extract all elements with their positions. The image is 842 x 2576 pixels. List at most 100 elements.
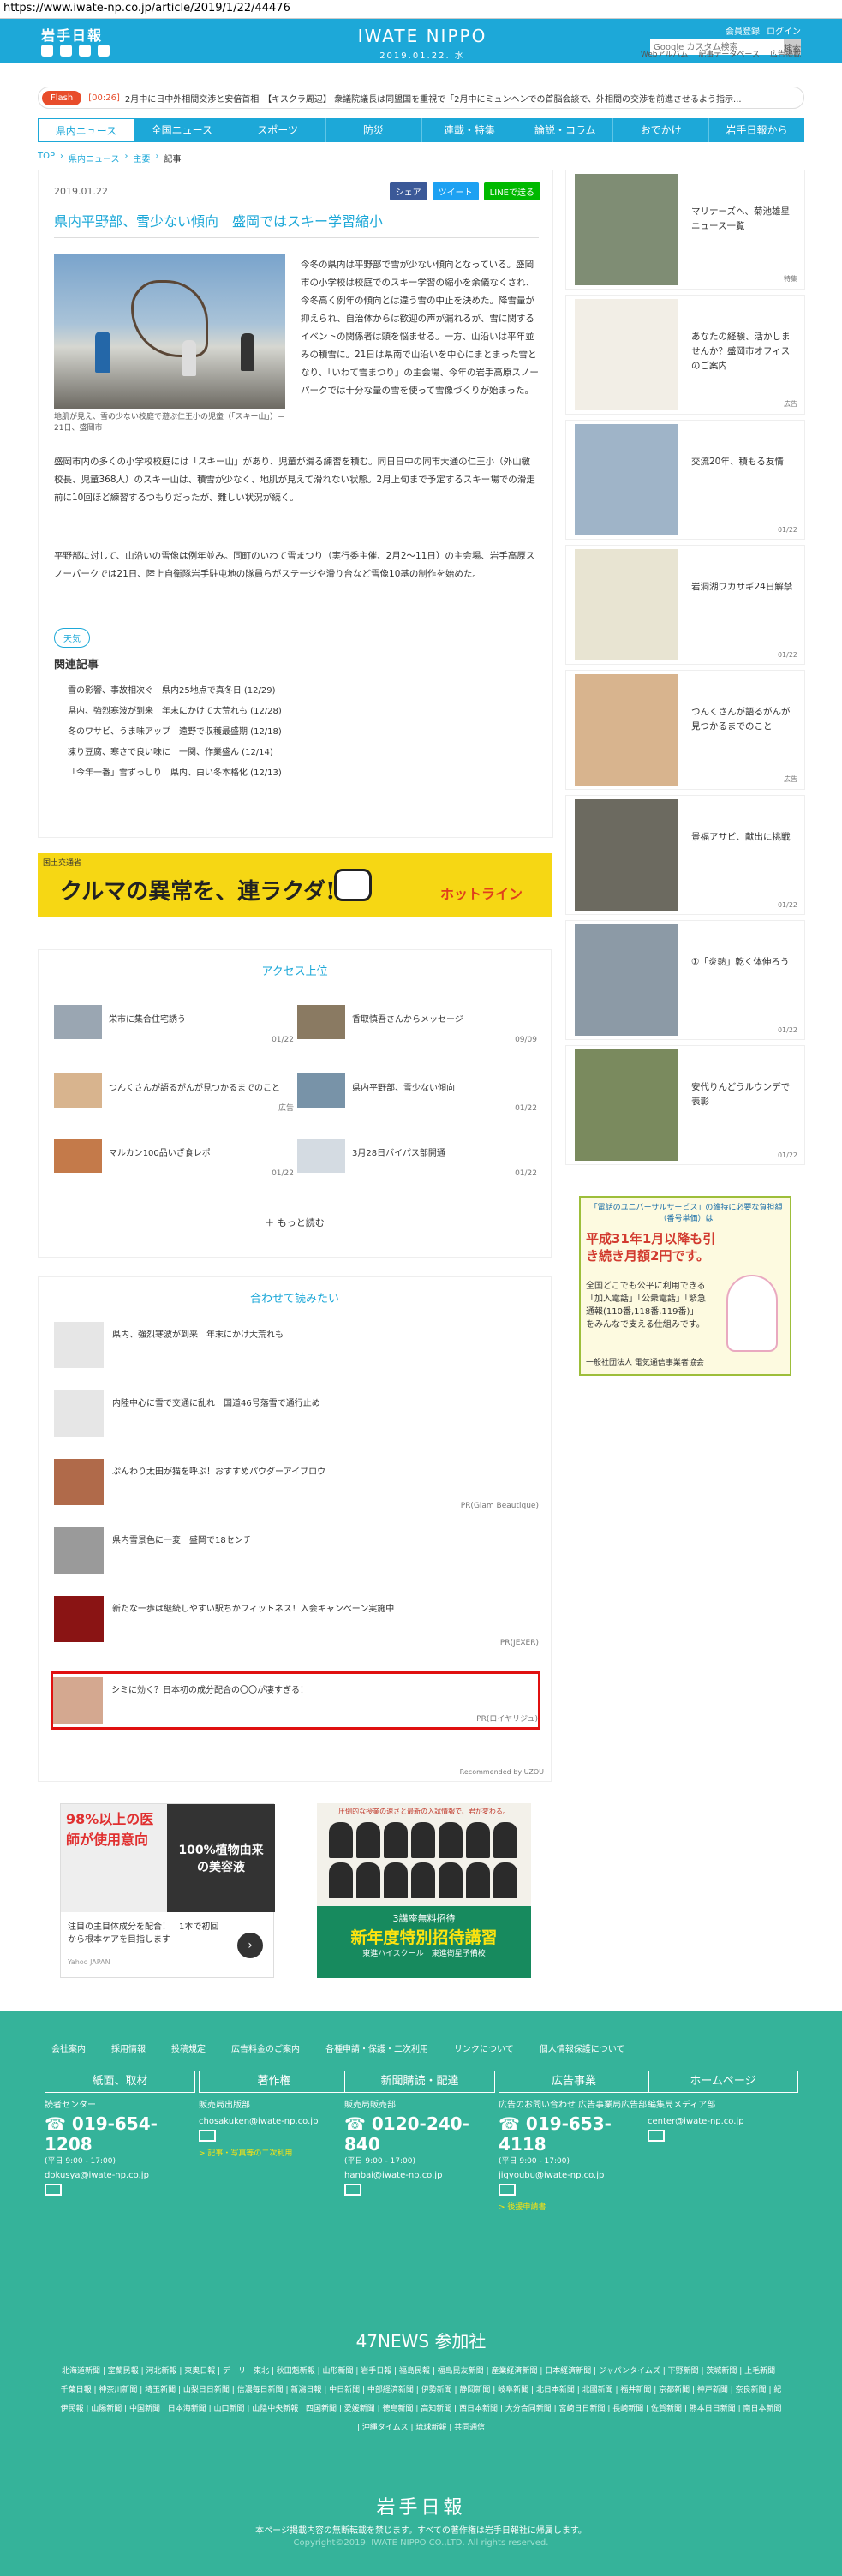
facebook-share-button[interactable]: シェア [389, 182, 427, 200]
chevron-right-icon[interactable]: › [237, 1933, 263, 1958]
nav-from-nippo[interactable]: 岩手日報から [709, 118, 804, 142]
phone-number[interactable]: ☎ 0120-240-840 [344, 2113, 495, 2155]
breadcrumb-prefecture[interactable]: 県内ニュース [69, 152, 120, 164]
youtube-icon[interactable] [98, 45, 110, 57]
nav-series[interactable]: 連載・特集 [422, 118, 518, 142]
nav-sports[interactable]: スポーツ [230, 118, 326, 142]
mail-icon[interactable] [344, 2184, 361, 2196]
related-item[interactable]: 雪の影響、事故相次ぐ 県内25地点で真冬日 (12/29) [68, 681, 282, 702]
sidebar-thumb [575, 924, 678, 1036]
brand-block[interactable]: IWATE NIPPO 2019.01.22. 水 [337, 26, 508, 61]
ranking-item[interactable]: 3月28日バイパス部開通 01/22 [297, 1139, 537, 1178]
twitter-icon[interactable] [41, 45, 53, 57]
instagram-icon[interactable] [79, 45, 91, 57]
sidebar-item[interactable]: 景福アサビ、献出に挑戦 01/22 [565, 795, 805, 915]
ranking-item[interactable]: 香取慎吾さんからメッセージ 09/09 [297, 1005, 537, 1044]
footer-link[interactable]: 採用情報 [111, 2041, 146, 2054]
sidebar-thumb [575, 1049, 678, 1161]
sidebar-item[interactable]: 岩洞湖ワカサギ24日解禁 01/22 [565, 545, 805, 665]
facebook-icon[interactable] [60, 45, 72, 57]
footer-col-label: 読者センター [45, 2101, 96, 2110]
related-item[interactable]: 冬のワサビ、うま味アップ 遠野で収穫最盛期 (12/18) [68, 722, 282, 743]
footer-extra-link[interactable]: > 後援申請書 [499, 2201, 649, 2212]
article-paragraph: 盛岡市内の多くの小学校校庭には「スキー山」があり、児童が滑る練習を積む。同日日中… [54, 457, 535, 503]
footer-link[interactable]: 各種申請・保護・二次利用 [325, 2041, 428, 2054]
footer-mail[interactable]: chosakuken@iwate-np.co.jp [199, 2117, 349, 2126]
ranking-item[interactable]: マルカン100品いざ食レポ 01/22 [54, 1139, 294, 1178]
sidebar-item[interactable]: あなたの経験、活かしませんか？盛岡市オフィスのご案内 広告 [565, 295, 805, 415]
footer-logo[interactable]: 岩手日報 [0, 2492, 842, 2519]
footer-link[interactable]: 投稿規定 [171, 2041, 206, 2054]
sidebar-ad[interactable]: 「電話のユニバーサルサービス」の維持に必要な負担額（番号単価）は 平成31年1月… [579, 1196, 791, 1376]
recommend-item[interactable]: 県内、強烈寒波が到来 年末にかけ大荒れも [54, 1318, 539, 1377]
phone-number[interactable]: ☎ 019-654-1208 [45, 2113, 195, 2155]
nav-disaster[interactable]: 防災 [326, 118, 422, 142]
ad-cosmetics[interactable]: 98%以上の医師が使用意向 100%植物由来の美容液 注目の主目体成分を配合！ … [60, 1803, 275, 1978]
footer-link[interactable]: 会社案内 [51, 2041, 86, 2054]
footer-mail[interactable]: center@iwate-np.co.jp [648, 2117, 798, 2126]
flash-news-ticker[interactable]: Flash [00:26] 2月中に日中外相間交渉と安倍首相 【キスクラ周辺】 … [38, 87, 804, 109]
nav-prefecture-news[interactable]: 県内ニュース [38, 118, 134, 142]
tag-weather[interactable]: 天気 [54, 628, 90, 648]
mail-icon[interactable] [199, 2130, 216, 2142]
recommend-item[interactable]: 新たな一歩は継続しやすい駅ちかフィットネス！入会キャンペーン実施中 PR(JEX… [54, 1593, 539, 1651]
recommend-item[interactable]: ぷんわり太田が猫を呼ぶ！おすすめパウダーアイブロウ PR(Glam Beauti… [54, 1455, 539, 1514]
nav-editorial[interactable]: 論説・コラム [517, 118, 614, 142]
ranking-item[interactable]: つんくさんが語るがんが見つかるまでのこと 広告 [54, 1073, 294, 1113]
recommend-heading: 合わせて読みたい [249, 1293, 339, 1306]
side-ad-line2: 平成31年1月以降も引き続き月額2円です。 [586, 1231, 716, 1264]
footer-link[interactable]: 個人情報保護について [540, 2041, 625, 2054]
footer-47news-list[interactable]: 北海道新聞 | 室蘭民報 | 河北新報 | 東奥日報 | デーリー東北 | 秋田… [60, 2362, 782, 2437]
mail-icon[interactable] [499, 2184, 516, 2196]
subnav-database[interactable]: 記事データベース [698, 48, 760, 59]
tweet-button[interactable]: ツイート [432, 182, 479, 200]
nav-national-news[interactable]: 全国ニュース [134, 118, 230, 142]
related-item[interactable]: 県内、強烈寒波が到来 年末にかけて大荒れも (12/28) [68, 702, 282, 722]
mail-icon[interactable] [648, 2130, 665, 2142]
related-item[interactable]: 「今年一番」雪ずっしり 県内、白い冬本格化 (12/13) [68, 763, 282, 784]
sidebar-item[interactable]: 安代りんどうルウンデで表彰 01/22 [565, 1045, 805, 1165]
person-figure [356, 1822, 380, 1858]
recommend-item[interactable]: 内陸中心に雪で交通に乱れ 国道46号落雪で通行止め [54, 1387, 539, 1445]
breadcrumb-top[interactable]: TOP [38, 152, 55, 164]
subnav-web-album[interactable]: Webアルバム [641, 48, 689, 59]
line-share-button[interactable]: LINEで送る [483, 182, 540, 200]
phone-number[interactable]: ☎ 019-653-4118 [499, 2113, 649, 2155]
sidebar-item[interactable]: ①「炎熱」乾く体伸ろう 01/22 [565, 920, 805, 1040]
sidebar-title: 景福アサビ、献出に挑戦 [691, 832, 791, 842]
more-label: もっと読む [277, 1217, 325, 1228]
login-link[interactable]: ログイン [767, 24, 801, 37]
footer-mail[interactable]: jigyoubu@iwate-np.co.jp [499, 2171, 649, 2180]
register-link[interactable]: 会員登録 [726, 24, 760, 37]
recommended-by[interactable]: Recommended by UZOU [460, 1768, 544, 1776]
recommend-title: 新たな一歩は継続しやすい駅ちかフィットネス！入会キャンペーン実施中 [112, 1605, 395, 1614]
footer-extra-link[interactable]: > 記事・写真等の二次利用 [199, 2147, 349, 2158]
ranking-item[interactable]: 栄市に集合住宅誘う 01/22 [54, 1005, 294, 1044]
sidebar-item[interactable]: 交流20年、積もる友情 01/22 [565, 420, 805, 540]
sidebar-item[interactable]: つんくさんが語るがんが見つかるまでのこと 広告 [565, 670, 805, 790]
sub-nav: Webアルバム 記事データベース 広告掲載 [641, 48, 801, 59]
related-item[interactable]: 凍り豆腐、寒さで良い味に 一関、作業盛ん (12/14) [68, 743, 282, 763]
recommend-item[interactable]: 県内雪景色に一変 盛岡で18センチ [54, 1524, 539, 1582]
recommend-item-highlighted[interactable]: シミに効く？日本初の成分配合の〇〇が凄すぎる！ PR(ロイヤリジュ) [51, 1671, 540, 1730]
more-button[interactable]: ＋ もっと読む [39, 1216, 551, 1229]
subnav-ads[interactable]: 広告掲載 [770, 48, 801, 59]
footer-mail[interactable]: dokusya@iwate-np.co.jp [45, 2171, 195, 2180]
banner-ad[interactable]: 国土交通省 クルマの異常を、連ラクダ! ホットライン [38, 853, 552, 917]
ranking-item[interactable]: 県内平野部、雪少ない傾向 01/22 [297, 1073, 537, 1113]
footer-link[interactable]: リンクについて [454, 2041, 514, 2054]
footer-col-label: 広告のお問い合わせ 広告事業局広告部 [499, 2101, 648, 2110]
sidebar-item[interactable]: マリナーズへ、菊池雄星ニュース一覧 特集 [565, 170, 805, 290]
breadcrumb-main[interactable]: 主要 [134, 152, 151, 164]
article-photo[interactable] [54, 254, 285, 409]
ad-school-people [329, 1822, 519, 1899]
footer-mail[interactable]: hanbai@iwate-np.co.jp [344, 2171, 495, 2180]
mail-icon[interactable] [45, 2184, 62, 2196]
footer-link[interactable]: 広告料金のご案内 [231, 2041, 300, 2054]
address-bar[interactable]: https://www.iwate-np.co.jp/article/2019/… [0, 0, 842, 19]
nav-outing[interactable]: おでかけ [613, 118, 710, 142]
sidebar-date: 特集 [784, 275, 797, 283]
site-logo[interactable]: 岩手日報 [41, 24, 103, 45]
ad-school[interactable]: 圧倒的な授業の速さと最新の入試情報で、君が変わる。 3講座無料招待 新年度特別招… [317, 1803, 531, 1978]
flash-text[interactable]: 2月中に日中外相間交渉と安倍首相 【キスクラ周辺】 衆議院議長は同盟国を重視で「… [125, 92, 742, 105]
